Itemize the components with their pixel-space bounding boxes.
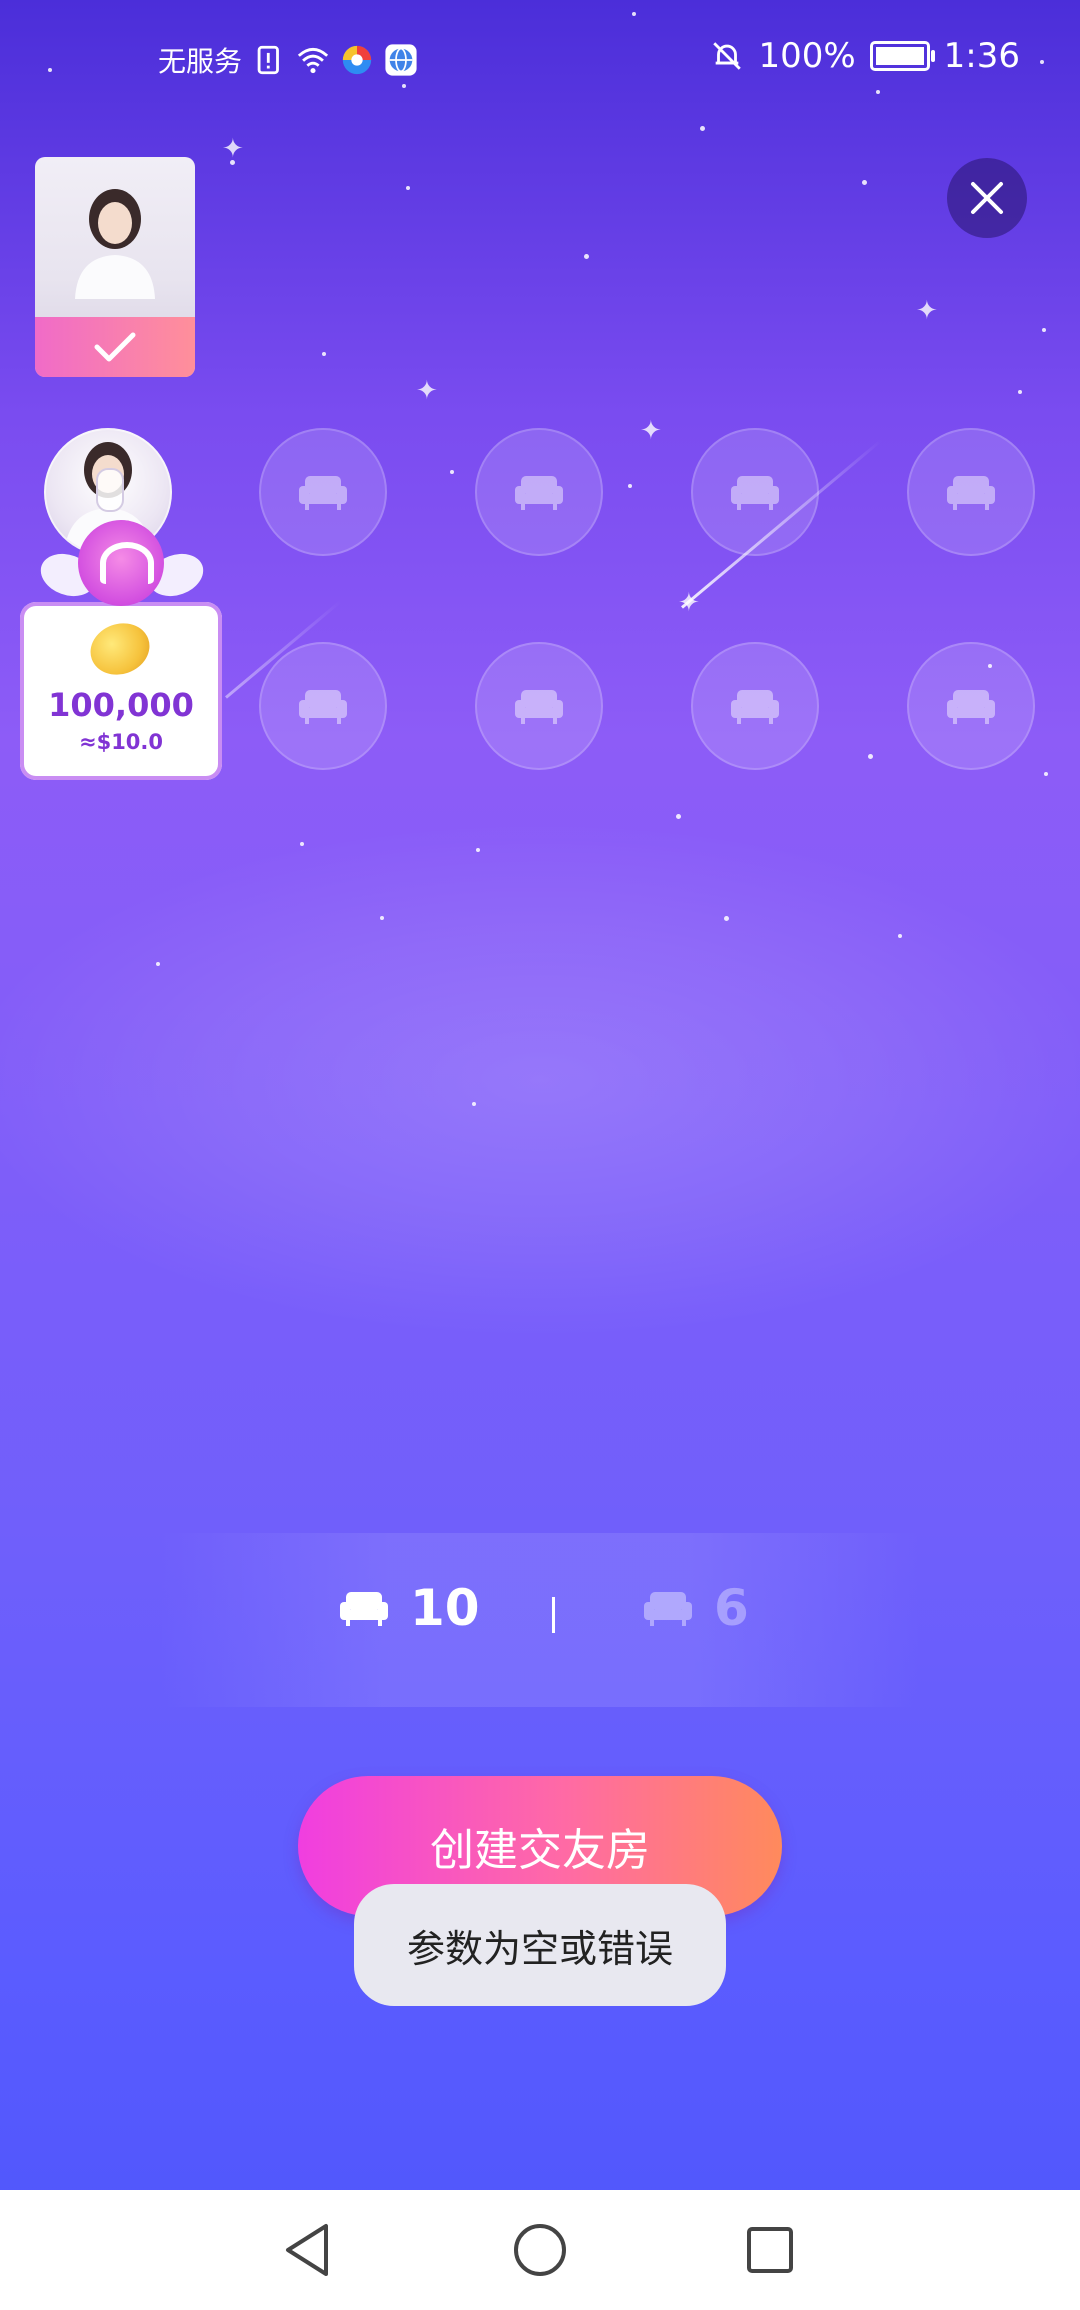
sofa-icon <box>515 476 563 510</box>
seat-option-6[interactable]: 6 <box>642 1579 749 1637</box>
sofa-icon <box>340 1592 388 1626</box>
empty-seat[interactable] <box>259 642 387 770</box>
empty-seat[interactable] <box>259 428 387 556</box>
gold-bean-icon <box>83 615 157 683</box>
system-nav-bar <box>0 2190 1080 2310</box>
gift-amount: 100,000 <box>48 686 194 724</box>
gift-card[interactable]: 100,000 ≈$10.0 <box>20 602 222 780</box>
gift-usd-value: ≈$10.0 <box>78 730 164 754</box>
empty-seat[interactable] <box>691 642 819 770</box>
clock: 1:36 <box>943 36 1020 76</box>
globe-app-icon <box>385 44 417 76</box>
sofa-icon <box>515 690 563 724</box>
nav-recents-button[interactable] <box>740 2220 800 2280</box>
back-triangle-icon <box>286 2224 328 2276</box>
status-right: 100% 1:36 <box>710 36 1020 76</box>
recents-square-icon <box>747 2227 793 2273</box>
check-icon <box>94 332 136 362</box>
seat-option-6-label: 6 <box>714 1579 749 1637</box>
seat-option-10-label: 10 <box>410 1579 480 1637</box>
toast-message: 参数为空或错误 <box>406 1926 673 1971</box>
nav-back-button[interactable] <box>278 2220 338 2280</box>
close-button[interactable] <box>947 158 1027 238</box>
empty-seat[interactable] <box>907 428 1035 556</box>
status-left: 无服务 <box>158 40 418 80</box>
empty-seat[interactable] <box>475 642 603 770</box>
status-bar: 无服务 100% 1:36 <box>0 0 1080 124</box>
sofa-icon <box>731 690 779 724</box>
screen: ✦ ✦ ✦ ✦ ✦ 无服务 100% 1:36 <box>0 0 1080 2310</box>
empty-seat[interactable] <box>691 428 819 556</box>
seat-option-10[interactable]: 10 <box>338 1579 480 1637</box>
mute-bell-icon <box>713 42 742 70</box>
battery-percent: 100% <box>758 36 856 76</box>
close-icon <box>971 182 1003 214</box>
sofa-icon <box>731 476 779 510</box>
sim-alert-icon <box>257 45 279 75</box>
microphone-icon <box>96 468 124 512</box>
carrier-label: 无服务 <box>158 45 243 78</box>
sofa-icon <box>947 690 995 724</box>
home-circle-icon <box>514 2224 566 2276</box>
empty-seat[interactable] <box>475 428 603 556</box>
cloud-decoration <box>0 820 1080 1340</box>
nav-home-button[interactable] <box>510 2220 570 2280</box>
cover-photo <box>75 189 155 299</box>
room-cover-thumbnail[interactable] <box>35 157 195 377</box>
error-toast: 参数为空或错误 <box>354 1884 726 2006</box>
sofa-icon <box>644 1592 692 1626</box>
create-room-label: 创建交友房 <box>430 1825 650 1876</box>
empty-seat[interactable] <box>907 642 1035 770</box>
wifi-icon <box>297 47 329 74</box>
seat-count-selector: 10 6 <box>160 1533 920 1707</box>
browser-app-icon <box>342 45 372 75</box>
sofa-icon <box>299 690 347 724</box>
sofa-icon <box>299 476 347 510</box>
counter-separator <box>552 1597 555 1633</box>
sofa-icon <box>947 476 995 510</box>
angel-badge-icon <box>78 520 164 606</box>
battery-icon <box>869 41 935 71</box>
